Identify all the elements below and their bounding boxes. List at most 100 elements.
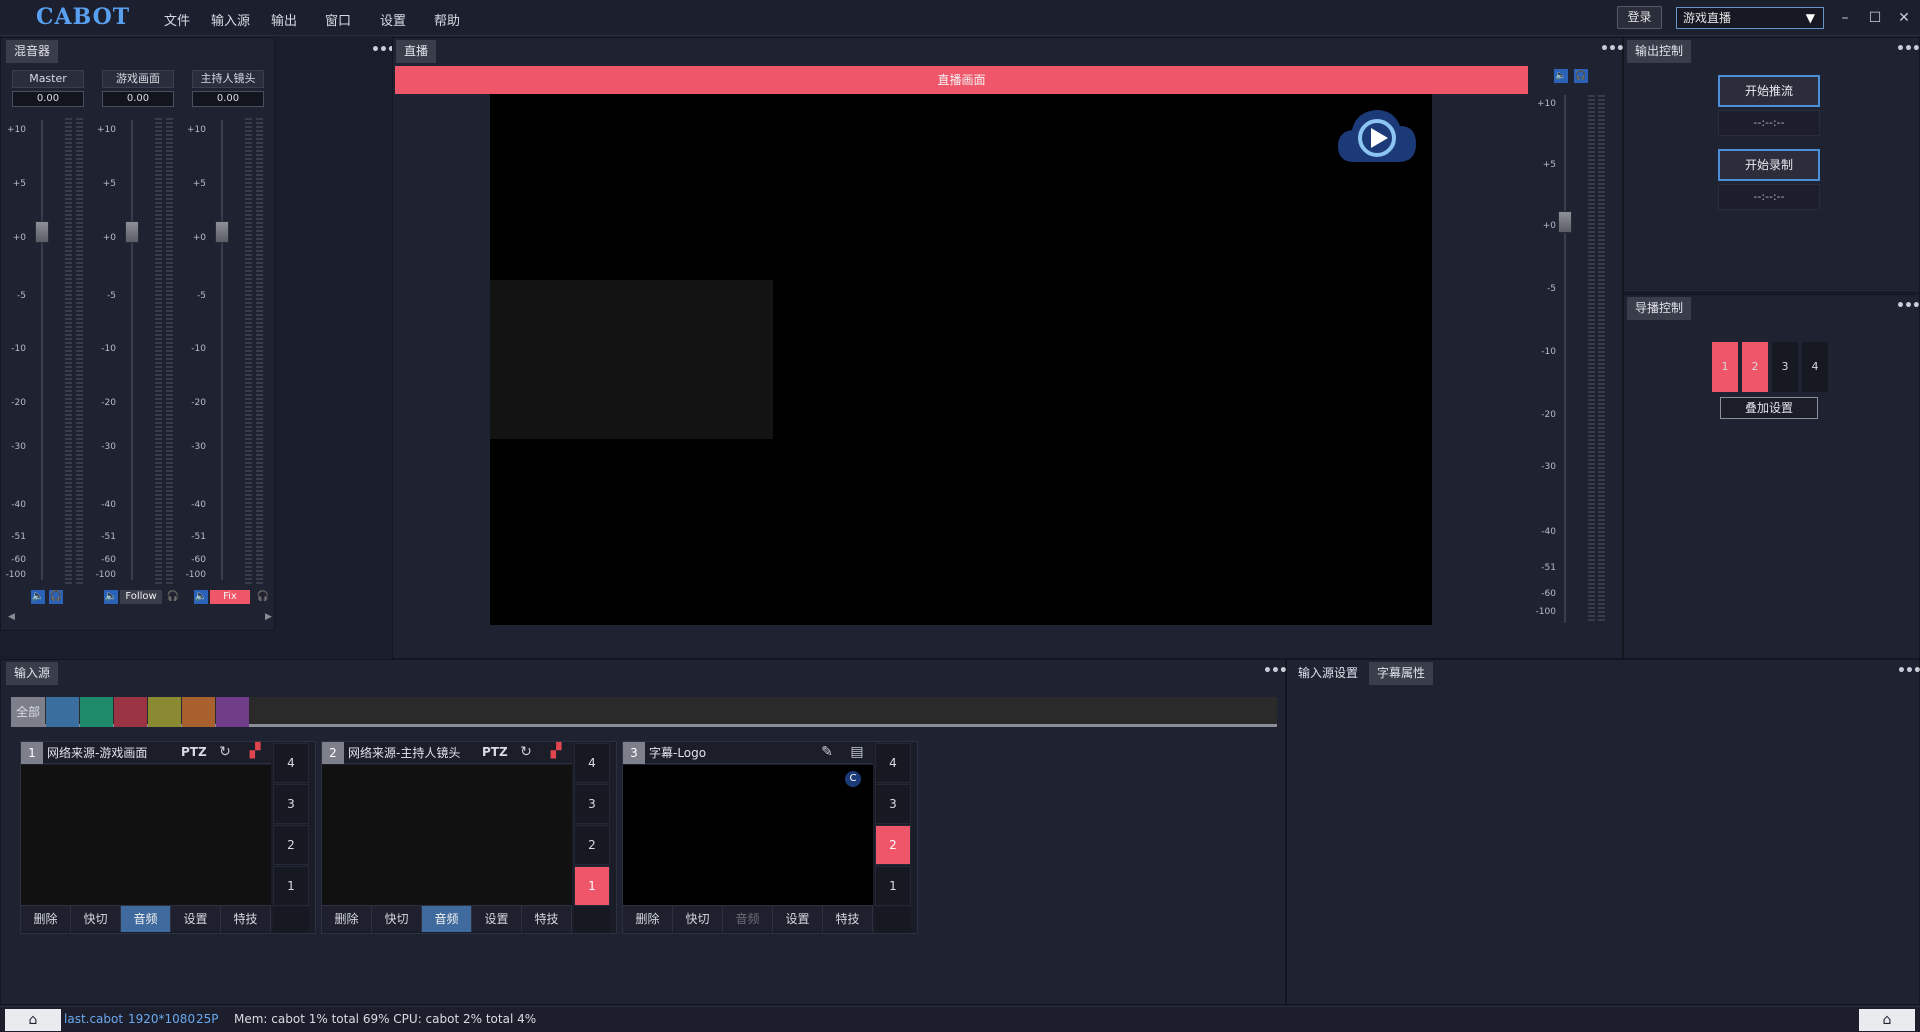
- headphone-icon[interactable]: 🎧: [49, 590, 63, 604]
- fader-track: [131, 120, 133, 580]
- properties-more-icon[interactable]: •••: [1897, 663, 1920, 679]
- settings-button[interactable]: 设置: [472, 906, 522, 932]
- channel-volume-value[interactable]: 0.00: [12, 91, 84, 107]
- channel-volume-value[interactable]: 0.00: [192, 91, 264, 107]
- layer-button[interactable]: 4: [273, 743, 309, 783]
- scroll-right-icon[interactable]: ▶: [265, 612, 272, 622]
- quick-cut-button[interactable]: 快切: [673, 906, 723, 932]
- channel-volume-value[interactable]: 0.00: [102, 91, 174, 107]
- menu-settings[interactable]: 设置: [380, 10, 406, 29]
- input-tab[interactable]: 输入源: [6, 662, 59, 685]
- color-filter-chip[interactable]: [46, 697, 79, 727]
- start-record-button[interactable]: 开始录制: [1718, 149, 1820, 181]
- layer-button[interactable]: 1: [273, 866, 309, 906]
- color-filter-chip[interactable]: [80, 697, 113, 727]
- director-layer-4[interactable]: 4: [1802, 342, 1828, 392]
- close-icon[interactable]: ✕: [1893, 8, 1915, 28]
- audio-button[interactable]: 音频: [121, 906, 171, 932]
- maximize-icon[interactable]: ☐: [1864, 8, 1886, 28]
- filter-all-button[interactable]: 全部: [11, 697, 45, 727]
- refresh-icon[interactable]: ↻: [516, 744, 536, 760]
- menu-window[interactable]: 窗口: [325, 10, 351, 29]
- status-file[interactable]: last.cabot: [64, 1012, 123, 1026]
- source-preview[interactable]: [322, 765, 572, 905]
- layer-button[interactable]: 3: [875, 784, 911, 824]
- start-stream-button[interactable]: 开始推流: [1718, 75, 1820, 107]
- settings-button[interactable]: 设置: [171, 906, 221, 932]
- color-filter-chip[interactable]: [216, 697, 249, 727]
- refresh-icon[interactable]: ↻: [215, 744, 235, 760]
- live-fader-knob[interactable]: [1558, 211, 1572, 233]
- layer-button[interactable]: 2: [574, 825, 610, 865]
- caption-settings-icon[interactable]: ▤: [847, 744, 867, 760]
- tab-input-settings[interactable]: 输入源设置: [1290, 662, 1366, 685]
- menu-input[interactable]: 输入源: [211, 10, 250, 29]
- effects-button[interactable]: 特技: [823, 906, 873, 932]
- menu-file[interactable]: 文件: [164, 10, 190, 29]
- director-tab[interactable]: 导播控制: [1627, 297, 1692, 320]
- home-icon[interactable]: ⌂: [5, 1009, 61, 1031]
- scene-select[interactable]: 游戏直播 ▼: [1676, 7, 1824, 29]
- speaker-icon[interactable]: 🔈: [104, 590, 118, 604]
- effects-button[interactable]: 特技: [221, 906, 271, 932]
- layer-button[interactable]: 4: [875, 743, 911, 783]
- home-right-icon[interactable]: ⌂: [1859, 1009, 1915, 1031]
- delete-button[interactable]: 删除: [623, 906, 673, 932]
- director-layer-1[interactable]: 1: [1712, 342, 1738, 392]
- source-card[interactable]: 1 网络来源-游戏画面 PTZ ↻ ▞ 删除 快切 音频 设置 特技 4 3 2 1: [20, 741, 316, 934]
- login-button[interactable]: 登录: [1617, 6, 1662, 29]
- layer-button[interactable]: 4: [574, 743, 610, 783]
- output-more-icon[interactable]: •••: [1896, 41, 1920, 57]
- speaker-icon[interactable]: 🔈: [31, 590, 45, 604]
- fader-knob[interactable]: [125, 221, 139, 243]
- tab-caption-properties[interactable]: 字幕属性: [1369, 662, 1434, 685]
- live-tab[interactable]: 直播: [396, 40, 437, 63]
- delete-button[interactable]: 删除: [322, 906, 372, 932]
- director-layer-3[interactable]: 3: [1772, 342, 1798, 392]
- audio-button[interactable]: 音频: [422, 906, 472, 932]
- headphone-icon[interactable]: 🎧: [166, 590, 180, 604]
- source-preview[interactable]: C: [623, 765, 873, 905]
- director-layer-2[interactable]: 2: [1742, 342, 1768, 392]
- minimize-icon[interactable]: –: [1834, 8, 1856, 28]
- scroll-left-icon[interactable]: ◀: [8, 612, 15, 622]
- color-filter-chip[interactable]: [148, 697, 181, 727]
- layer-button[interactable]: 3: [574, 784, 610, 824]
- layer-button[interactable]: 3: [273, 784, 309, 824]
- layer-button[interactable]: 1: [574, 866, 610, 906]
- delete-button[interactable]: 删除: [21, 906, 71, 932]
- source-card[interactable]: 2 网络来源-主持人镜头 PTZ ↻ ▞ 删除 快切 音频 设置 特技 4 3 2 1: [321, 741, 617, 934]
- quick-cut-button[interactable]: 快切: [372, 906, 422, 932]
- output-tab[interactable]: 输出控制: [1627, 40, 1692, 63]
- live-screen[interactable]: [490, 94, 1432, 625]
- source-card[interactable]: 3 字幕-Logo ✎ ▤ C 删除 快切 音频 设置 特技 4 3 2 1: [622, 741, 918, 934]
- effects-button[interactable]: 特技: [522, 906, 572, 932]
- layer-button[interactable]: 2: [875, 825, 911, 865]
- ptz-button[interactable]: PTZ: [181, 745, 207, 759]
- channel-mode-button[interactable]: Follow: [120, 590, 162, 604]
- quick-cut-button[interactable]: 快切: [71, 906, 121, 932]
- source-preview[interactable]: [21, 765, 271, 905]
- menu-output[interactable]: 输出: [271, 10, 297, 29]
- ptz-button[interactable]: PTZ: [482, 745, 508, 759]
- fader-knob[interactable]: [215, 221, 229, 243]
- mixer-tab[interactable]: 混音器: [6, 40, 59, 63]
- edit-icon[interactable]: ✎: [817, 744, 837, 760]
- channel-mode-button[interactable]: Fix: [210, 590, 250, 604]
- audio-button[interactable]: 音频: [723, 906, 773, 932]
- layer-button[interactable]: 1: [875, 866, 911, 906]
- layer-button[interactable]: 2: [273, 825, 309, 865]
- color-filter-chip[interactable]: [114, 697, 147, 727]
- fader-knob[interactable]: [35, 221, 49, 243]
- headphone-icon[interactable]: 🎧: [256, 590, 270, 604]
- input-more-icon[interactable]: •••: [1263, 663, 1288, 679]
- live-more-icon[interactable]: •••: [1600, 41, 1625, 57]
- overlay-settings-button[interactable]: 叠加设置: [1720, 397, 1818, 419]
- menu-help[interactable]: 帮助: [434, 10, 460, 29]
- settings-button[interactable]: 设置: [773, 906, 823, 932]
- speaker-icon[interactable]: 🔈: [194, 590, 208, 604]
- live-speaker-icon[interactable]: 🔈: [1554, 69, 1568, 83]
- color-filter-chip[interactable]: [182, 697, 215, 727]
- live-headphone-icon[interactable]: 🎧: [1574, 69, 1588, 83]
- director-more-icon[interactable]: •••: [1896, 298, 1920, 314]
